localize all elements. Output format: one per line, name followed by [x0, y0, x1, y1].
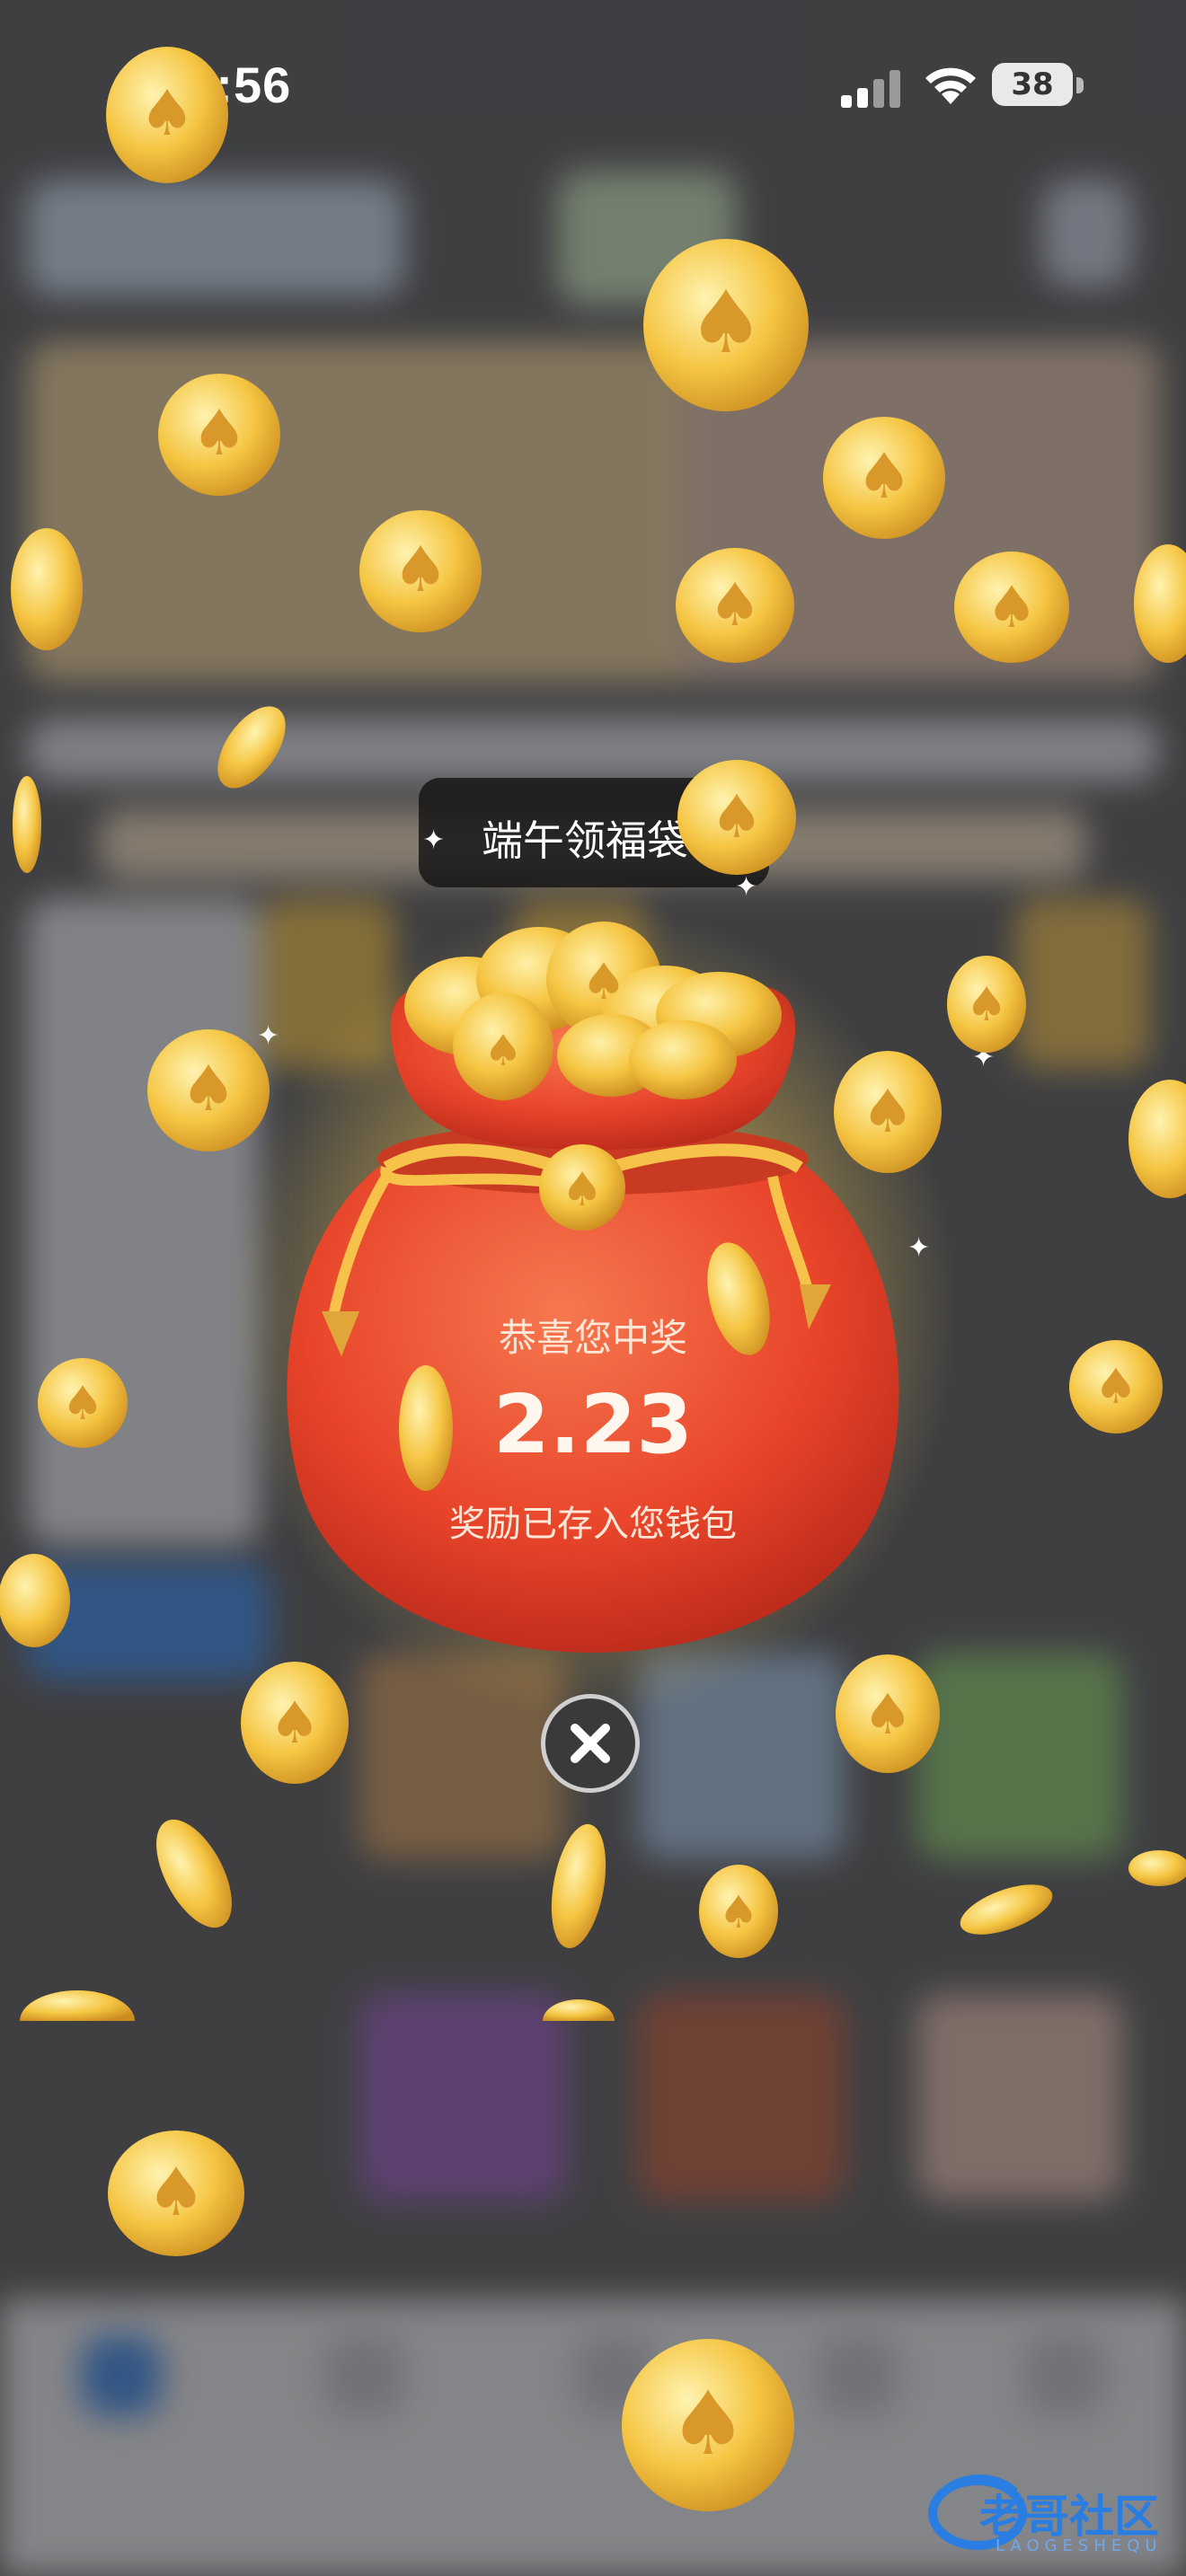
spade-coin-icon	[217, 706, 286, 789]
spade-coin-icon	[960, 1884, 1053, 1935]
spade-coin-icon: ♠	[823, 417, 945, 539]
svg-text:♠: ♠	[966, 978, 1008, 1032]
spade-coin-icon: ♠	[241, 1662, 349, 1784]
spade-coin-icon: ♠	[643, 239, 809, 411]
spade-coin-icon: ♠	[38, 1358, 128, 1448]
spade-coin-icon	[20, 1990, 135, 2021]
spade-coin-icon: ♠	[677, 760, 796, 875]
spade-coin-icon	[1128, 1850, 1186, 1886]
svg-text:♠: ♠	[863, 1681, 913, 1747]
svg-text:♠: ♠	[708, 570, 761, 640]
spade-coin-icon: ♠	[699, 1865, 778, 1958]
svg-text:♠: ♠	[181, 1052, 237, 1125]
watermark-subtext: LAOGESHEQU	[996, 2536, 1163, 2555]
spade-coin-icon	[543, 1999, 615, 2021]
svg-text:♠: ♠	[687, 272, 765, 373]
spade-coin-icon	[156, 1819, 232, 1928]
spade-coin-icon	[13, 776, 41, 873]
spade-coin-icon: ♠	[834, 1051, 942, 1173]
svg-text:♠: ♠	[393, 533, 449, 606]
spade-coin-icon: ♠	[1069, 1340, 1163, 1434]
spade-coin-icon: ♠	[947, 956, 1026, 1053]
svg-text:♠: ♠	[191, 396, 248, 470]
svg-text:♠: ♠	[1094, 1358, 1137, 1415]
spade-coin-icon: ♠	[359, 510, 482, 632]
svg-text:♠: ♠	[62, 1377, 104, 1431]
spade-coin-icon: ♠	[676, 548, 794, 663]
spade-coin-icon: ♠	[108, 2130, 244, 2256]
svg-text:♠: ♠	[719, 1886, 759, 1938]
spade-coin-icon	[707, 1242, 770, 1355]
falling-coins: ♠ ♠ ♠ ♠ ♠ ♠ ♠ ♠ ♠ ♠ ♠ ♠ ♠ ♠ ♠ ♠ ♠ ♠	[0, 47, 1186, 2511]
spade-coin-icon: ♠	[622, 2339, 794, 2511]
spade-coin-icon	[1128, 1080, 1186, 1198]
spade-coin-icon	[0, 1554, 70, 1647]
svg-text:♠: ♠	[986, 575, 1037, 641]
svg-text:♠: ♠	[668, 2373, 748, 2475]
svg-text:♠: ♠	[856, 439, 913, 513]
spade-coin-icon	[551, 1823, 606, 1949]
spade-coin-icon	[1134, 544, 1186, 663]
spade-coin-icon: ♠	[836, 1654, 940, 1773]
spade-coin-icon: ♠	[147, 1029, 270, 1151]
spade-coin-icon	[399, 1365, 453, 1491]
svg-text:♠: ♠	[146, 2154, 206, 2231]
svg-text:♠: ♠	[269, 1690, 320, 1757]
spade-coin-icon: ♠	[158, 374, 280, 496]
svg-text:♠: ♠	[861, 1077, 914, 1146]
spade-coin-icon: ♠	[954, 551, 1069, 663]
svg-text:♠: ♠	[139, 76, 196, 150]
spade-coin-icon: ♠	[106, 47, 228, 183]
spade-coin-icon	[11, 528, 83, 650]
svg-text:♠: ♠	[710, 782, 763, 851]
